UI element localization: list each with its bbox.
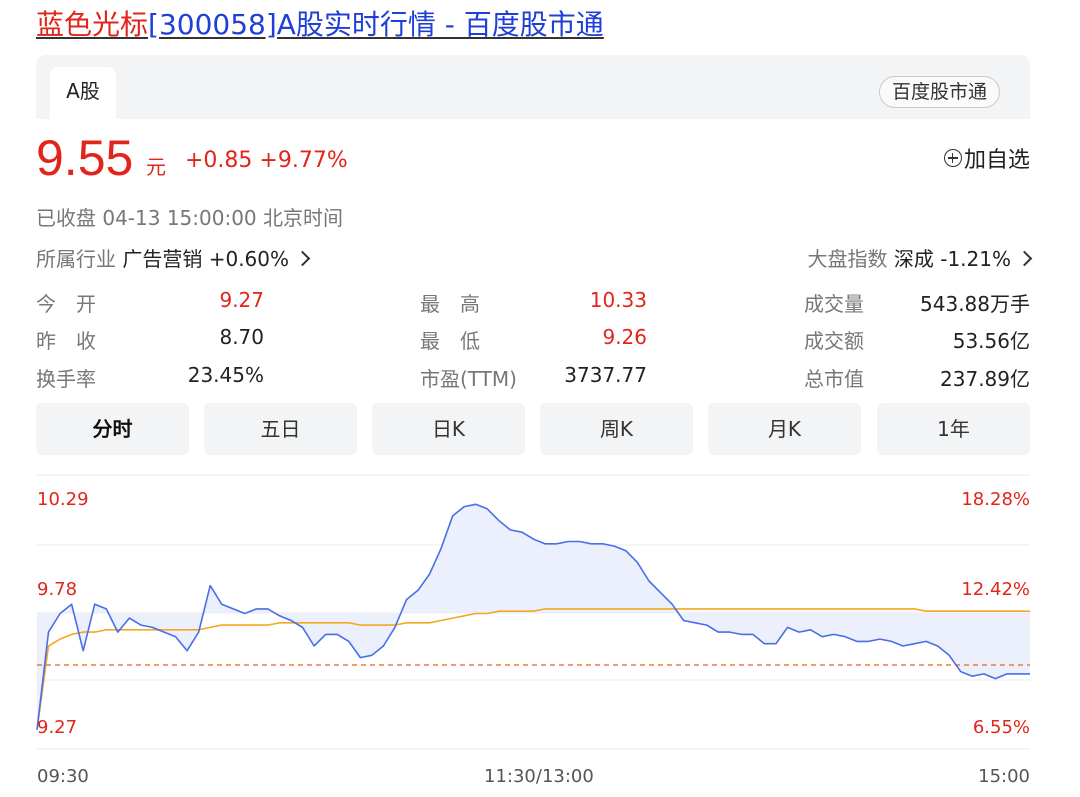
- x-tick-close: 15:00: [978, 766, 1030, 787]
- y-tick-right-top: 18.28%: [961, 489, 1030, 510]
- price-area-fill: [37, 504, 1030, 730]
- x-tick-midday: 11:30/13:00: [484, 766, 594, 787]
- y-tick-right-mid: 12.42%: [961, 579, 1030, 600]
- y-tick-left-top: 10.29: [37, 489, 89, 510]
- intraday-chart[interactable]: [0, 0, 1080, 797]
- y-tick-left-bottom: 9.27: [37, 717, 78, 738]
- y-tick-right-bottom: 6.55%: [972, 717, 1030, 738]
- y-tick-left-mid: 9.78: [37, 579, 78, 600]
- x-tick-open: 09:30: [37, 766, 89, 787]
